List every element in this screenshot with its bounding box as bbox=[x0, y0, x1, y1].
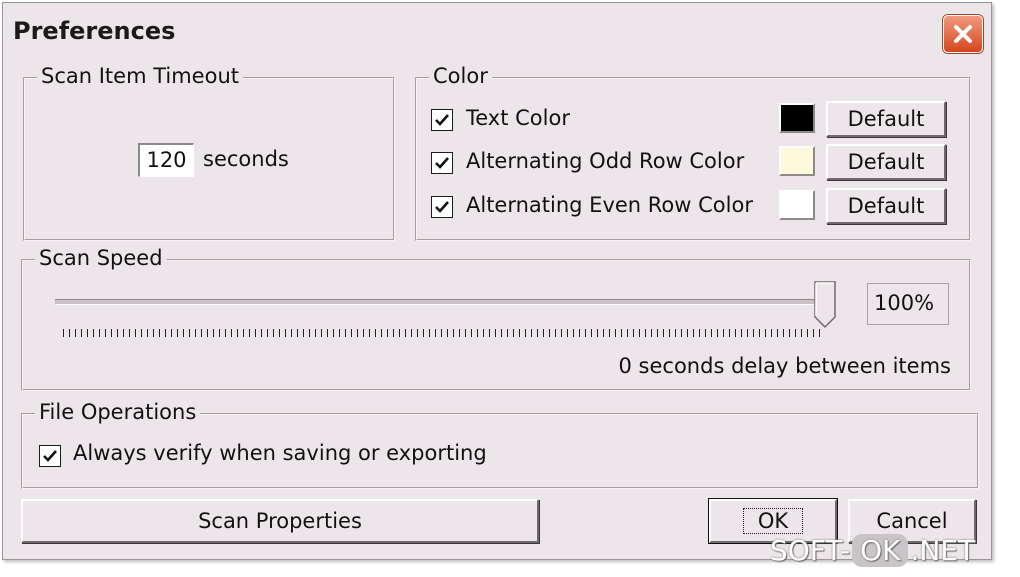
odd-row-color-default-button[interactable]: Default bbox=[826, 144, 946, 180]
file-operations-label: File Operations bbox=[35, 399, 201, 425]
odd-row-color-label: Alternating Odd Row Color bbox=[466, 149, 745, 173]
odd-row-color-swatch[interactable] bbox=[779, 146, 815, 176]
ok-button-label: OK bbox=[742, 508, 804, 534]
watermark-left: SOFT- bbox=[770, 534, 851, 567]
close-button[interactable] bbox=[943, 15, 983, 53]
timeout-unit-label: seconds bbox=[203, 147, 289, 171]
even-row-color-default-button[interactable]: Default bbox=[826, 188, 946, 224]
even-row-color-checkbox[interactable] bbox=[431, 196, 453, 218]
scan-item-timeout-label: Scan Item Timeout bbox=[37, 63, 243, 89]
always-verify-checkbox[interactable] bbox=[39, 445, 61, 467]
scan-speed-slider-thumb[interactable] bbox=[813, 281, 837, 333]
checkmark-icon bbox=[435, 157, 449, 169]
checkmark-icon bbox=[43, 450, 57, 462]
dialog-title: Preferences bbox=[13, 17, 176, 45]
scan-speed-label: Scan Speed bbox=[35, 245, 167, 271]
checkmark-icon bbox=[435, 201, 449, 213]
text-color-label: Text Color bbox=[466, 106, 570, 130]
odd-row-color-checkbox[interactable] bbox=[431, 152, 453, 174]
scan-properties-button[interactable]: Scan Properties bbox=[21, 499, 539, 543]
close-icon bbox=[954, 25, 972, 43]
text-color-checkbox[interactable] bbox=[431, 109, 453, 131]
preferences-dialog: Preferences Scan Item Timeout 120 second… bbox=[2, 2, 992, 560]
scan-speed-slider-track[interactable] bbox=[55, 299, 825, 305]
color-group-label: Color bbox=[429, 63, 492, 89]
even-row-color-swatch[interactable] bbox=[779, 190, 815, 220]
scan-speed-value: 100% bbox=[867, 283, 949, 325]
title-bar[interactable]: Preferences bbox=[3, 3, 991, 59]
text-color-swatch[interactable] bbox=[779, 103, 815, 133]
watermark: SOFT- OK .NET bbox=[770, 534, 975, 567]
slider-thumb-icon bbox=[814, 281, 836, 329]
watermark-right: .NET bbox=[910, 534, 976, 567]
timeout-input[interactable]: 120 bbox=[138, 143, 194, 177]
text-color-default-button[interactable]: Default bbox=[826, 101, 946, 137]
scan-speed-slider-ticks bbox=[63, 329, 825, 337]
even-row-color-label: Alternating Even Row Color bbox=[466, 193, 753, 217]
always-verify-label: Always verify when saving or exporting bbox=[73, 441, 487, 465]
checkmark-icon bbox=[435, 114, 449, 126]
scan-speed-delay-text: 0 seconds delay between items bbox=[618, 354, 951, 378]
watermark-middle: OK bbox=[852, 534, 909, 567]
